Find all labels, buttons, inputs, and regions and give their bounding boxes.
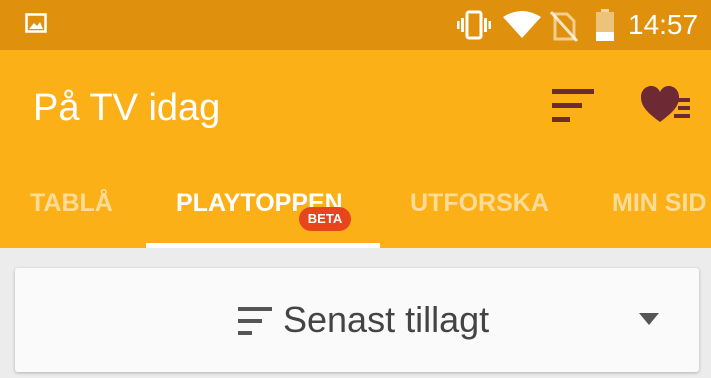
- battery-icon: [594, 9, 616, 46]
- sort-button[interactable]: [548, 86, 598, 126]
- sort-dropdown-value: Senast tillagt: [283, 299, 490, 340]
- tab-utforska[interactable]: UTFORSKA: [410, 186, 549, 220]
- sort-lines-icon: [238, 306, 272, 341]
- active-tab-indicator: [146, 243, 380, 248]
- app-title: På TV idag: [33, 87, 221, 129]
- status-bar: 14:57: [0, 0, 711, 50]
- no-sim-icon: [549, 10, 579, 47]
- favorites-button[interactable]: [640, 84, 696, 128]
- caret-down-icon: [639, 313, 659, 332]
- beta-badge: BETA: [299, 207, 351, 231]
- favorites-list-icon: [641, 86, 690, 122]
- tab-tabla[interactable]: TABLÅ: [30, 186, 113, 220]
- sort-icon: [552, 89, 594, 122]
- sort-dropdown[interactable]: Senast tillagt: [15, 268, 699, 372]
- app-bar: På TV idag TABLÅ PLAYTOPPEN BETA UTFORSK…: [0, 50, 711, 248]
- vibrate-icon: [457, 9, 491, 46]
- gallery-icon: [25, 13, 47, 38]
- wifi-icon: [503, 11, 541, 44]
- tab-min-sida[interactable]: MIN SID: [612, 186, 706, 220]
- status-clock: 14:57: [628, 9, 699, 40]
